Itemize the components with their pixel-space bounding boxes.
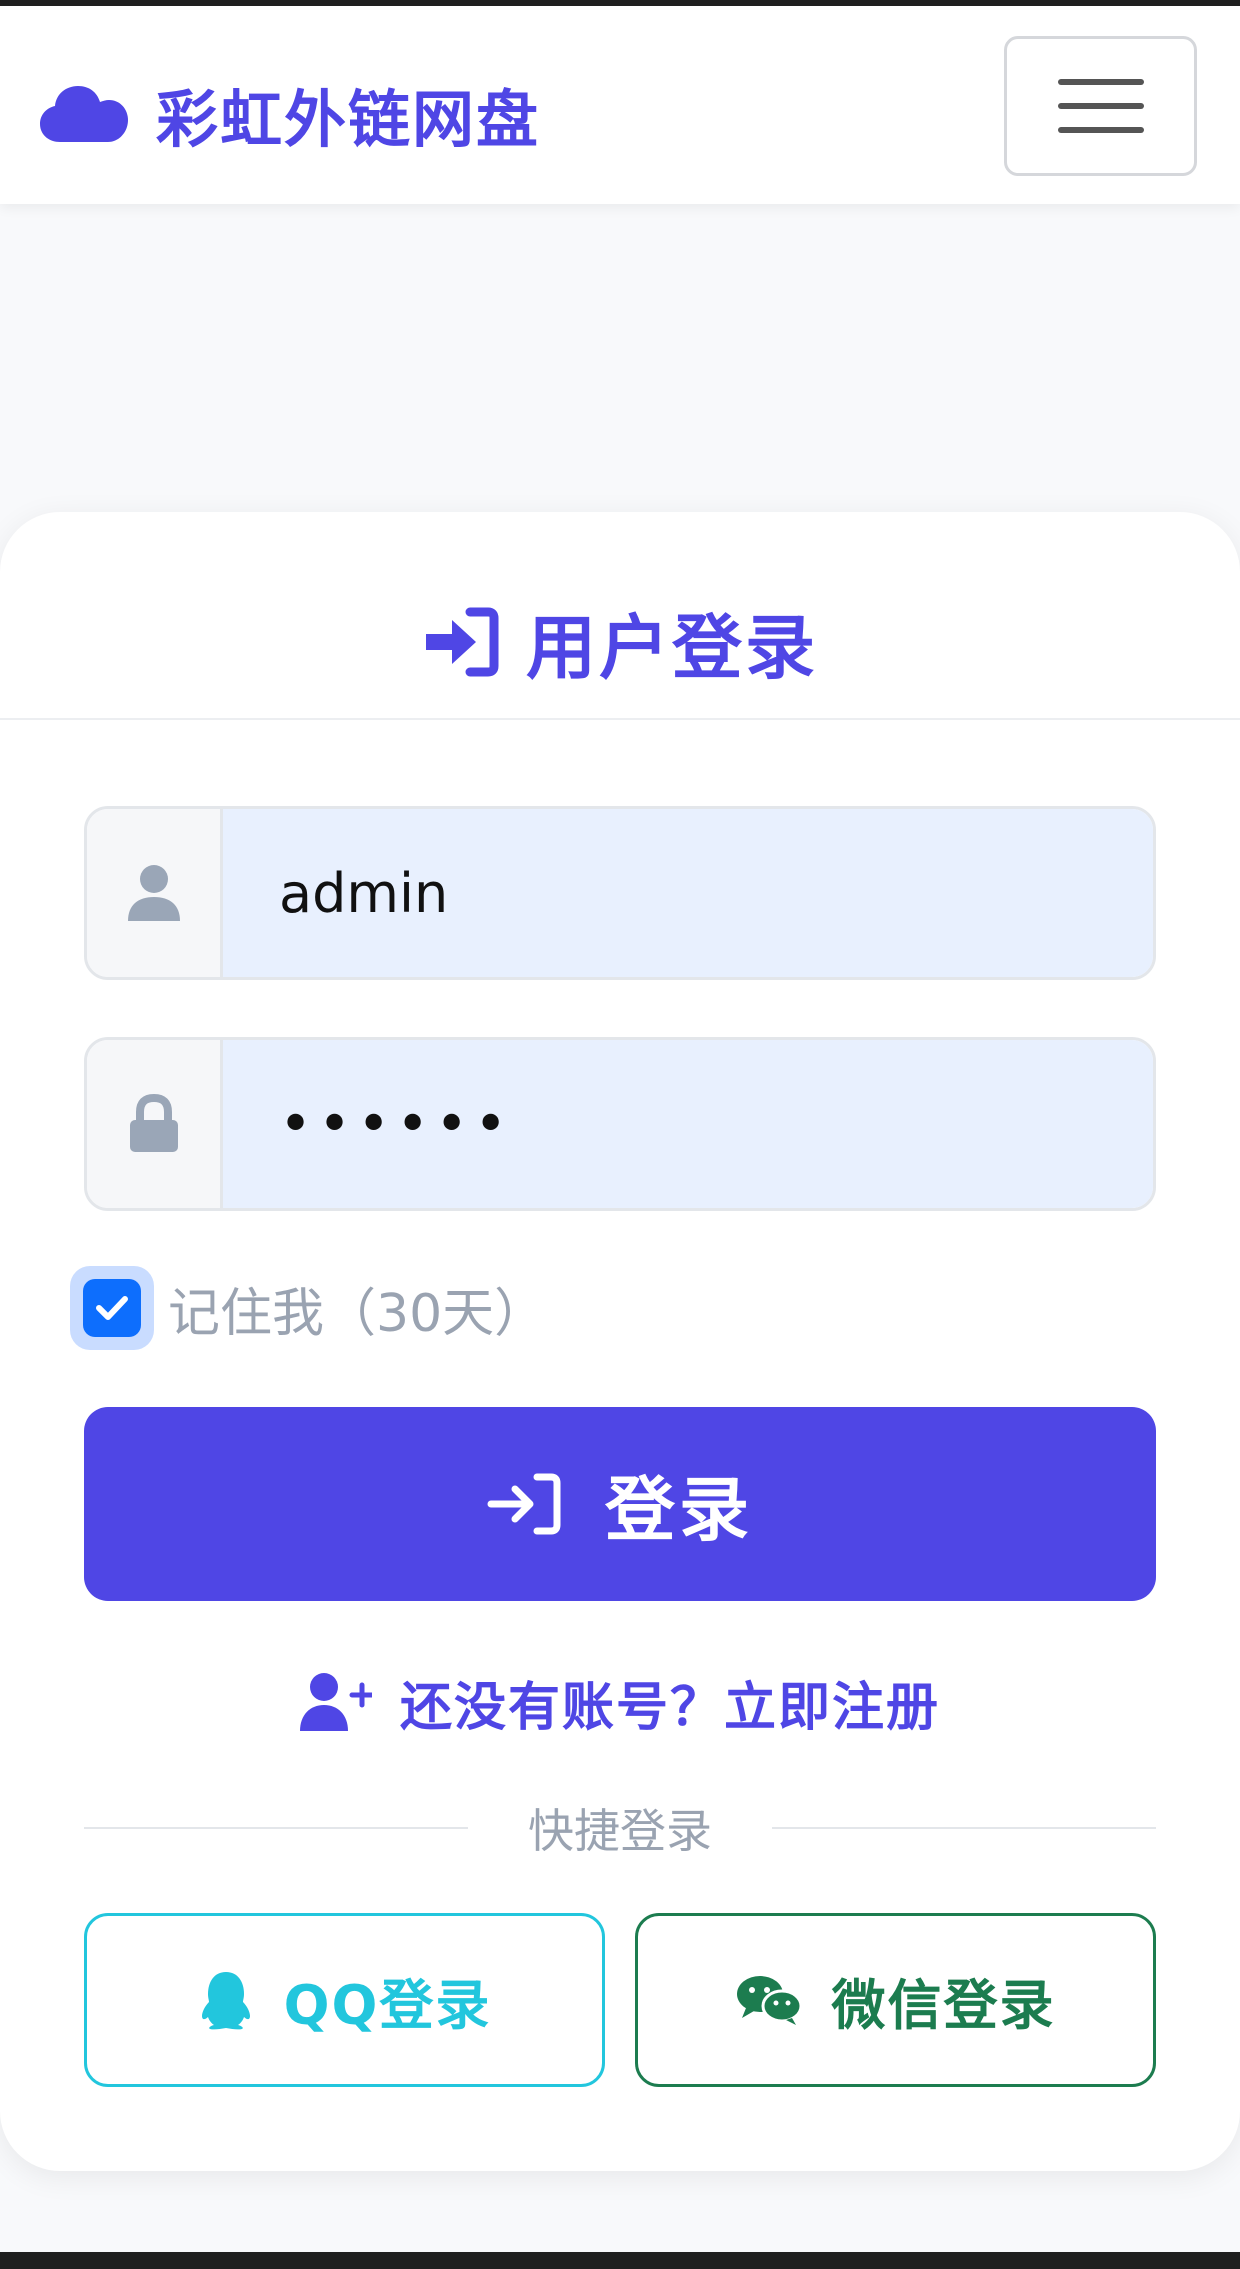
qq-penguin-icon bbox=[201, 1972, 250, 2030]
menu-toggle-button[interactable] bbox=[1004, 36, 1197, 176]
quick-login-label: 快捷登录 bbox=[528, 1804, 712, 1858]
qq-login-button[interactable]: QQ登录 bbox=[84, 1913, 605, 2087]
password-addon bbox=[87, 1040, 223, 1208]
login-title: 用户登录 bbox=[526, 606, 818, 689]
login-card-header: 用户登录 bbox=[0, 512, 1240, 720]
password-input-group: •••••• bbox=[84, 1037, 1156, 1211]
login-card: 用户登录 admin •••••• 记住我（30天） 登录 还没有账号？立即注册… bbox=[0, 512, 1240, 2171]
remember-me-checkbox[interactable] bbox=[70, 1266, 154, 1350]
username-input-group: admin bbox=[84, 806, 1156, 980]
sign-in-icon bbox=[487, 1473, 561, 1535]
wechat-login-label: 微信登录 bbox=[831, 1973, 1056, 2037]
check-icon bbox=[96, 1296, 128, 1320]
app-screen: 彩虹外链网盘 用户登录 admin •••••• 记住我（30天） 登录 还没有… bbox=[0, 6, 1240, 2252]
sign-in-icon bbox=[426, 607, 499, 677]
navbar: 彩虹外链网盘 bbox=[0, 6, 1240, 204]
remember-me-row[interactable]: 记住我（30天） bbox=[70, 1266, 546, 1350]
quick-login-divider: 快捷登录 bbox=[84, 1788, 1156, 1868]
username-addon bbox=[87, 809, 223, 977]
hamburger-menu-icon bbox=[1057, 79, 1144, 133]
login-button[interactable]: 登录 bbox=[84, 1407, 1156, 1601]
lock-icon bbox=[129, 1094, 178, 1152]
login-button-label: 登录 bbox=[605, 1468, 753, 1551]
register-link-label: 还没有账号？立即注册 bbox=[399, 1677, 940, 1738]
password-input[interactable]: •••••• bbox=[223, 1040, 1153, 1208]
remember-me-label: 记住我（30天） bbox=[168, 1283, 547, 1344]
username-input[interactable]: admin bbox=[223, 809, 1153, 977]
brand-link[interactable]: 彩虹外链网盘 bbox=[40, 64, 540, 164]
brand-name: 彩虹外链网盘 bbox=[156, 83, 541, 156]
qq-login-label: QQ登录 bbox=[283, 1973, 492, 2037]
user-icon bbox=[127, 865, 180, 921]
wechat-icon bbox=[736, 1976, 802, 2025]
user-plus-icon bbox=[299, 1673, 372, 1731]
register-link[interactable]: 还没有账号？立即注册 bbox=[0, 1658, 1240, 1746]
cloud-icon bbox=[40, 86, 128, 142]
wechat-login-button[interactable]: 微信登录 bbox=[635, 1913, 1156, 2087]
